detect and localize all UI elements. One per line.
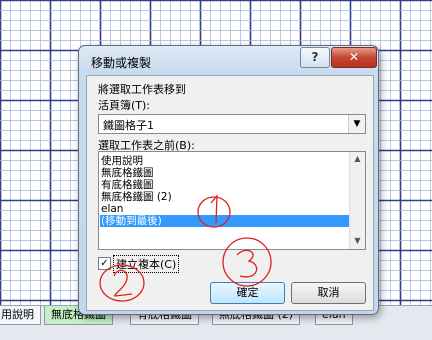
list-item[interactable]: elan	[101, 203, 123, 215]
list-item[interactable]: 無底格鐵圖 (2)	[101, 191, 172, 203]
dialog-title: 移動或複製	[91, 56, 152, 70]
cancel-button[interactable]: 取消	[291, 282, 366, 304]
list-item[interactable]: 無底格鐵圖	[101, 167, 154, 179]
book-value: 鐵圖格子1	[103, 119, 154, 132]
list-item[interactable]: 使用說明	[101, 155, 143, 167]
book-combobox[interactable]: 鐵圖格子1 ▼	[98, 114, 366, 134]
close-button[interactable]: ✕	[331, 47, 377, 68]
chevron-down-icon[interactable]: ▼	[348, 115, 365, 133]
book-label: 活頁簿(T):	[98, 99, 151, 112]
scroll-up-icon[interactable]: ▲	[350, 152, 365, 166]
list-item-selected[interactable]: (移動到最後)	[100, 215, 350, 227]
create-copy-label[interactable]: 建立複本(C)	[113, 255, 180, 273]
sheet-tab-usage[interactable]: 用說明	[0, 306, 41, 325]
ok-button[interactable]: 確定	[210, 282, 285, 304]
listbox-scrollbar[interactable]: ▲ ▼	[349, 152, 365, 249]
move-prompt-label: 將選取工作表移到	[98, 83, 186, 96]
list-item[interactable]: 有底格鐵圖	[101, 179, 154, 191]
dialog-titlebar[interactable]: 移動或複製 ? ✕	[79, 46, 378, 74]
help-button[interactable]: ?	[300, 47, 330, 68]
sheet-listbox[interactable]: 使用說明 無底格鐵圖 有底格鐵圖 無底格鐵圖 (2) elan (移動到最後) …	[98, 151, 366, 250]
dialog-body: 將選取工作表移到 活頁簿(T): 鐵圖格子1 ▼ 選取工作表之前(B): 使用說…	[86, 75, 374, 311]
scroll-down-icon[interactable]: ▼	[350, 234, 365, 248]
create-copy-checkbox[interactable]: ✓	[98, 257, 111, 270]
move-copy-dialog: 移動或複製 ? ✕ 將選取工作表移到 活頁簿(T): 鐵圖格子1 ▼ 選取工作表…	[78, 45, 379, 315]
